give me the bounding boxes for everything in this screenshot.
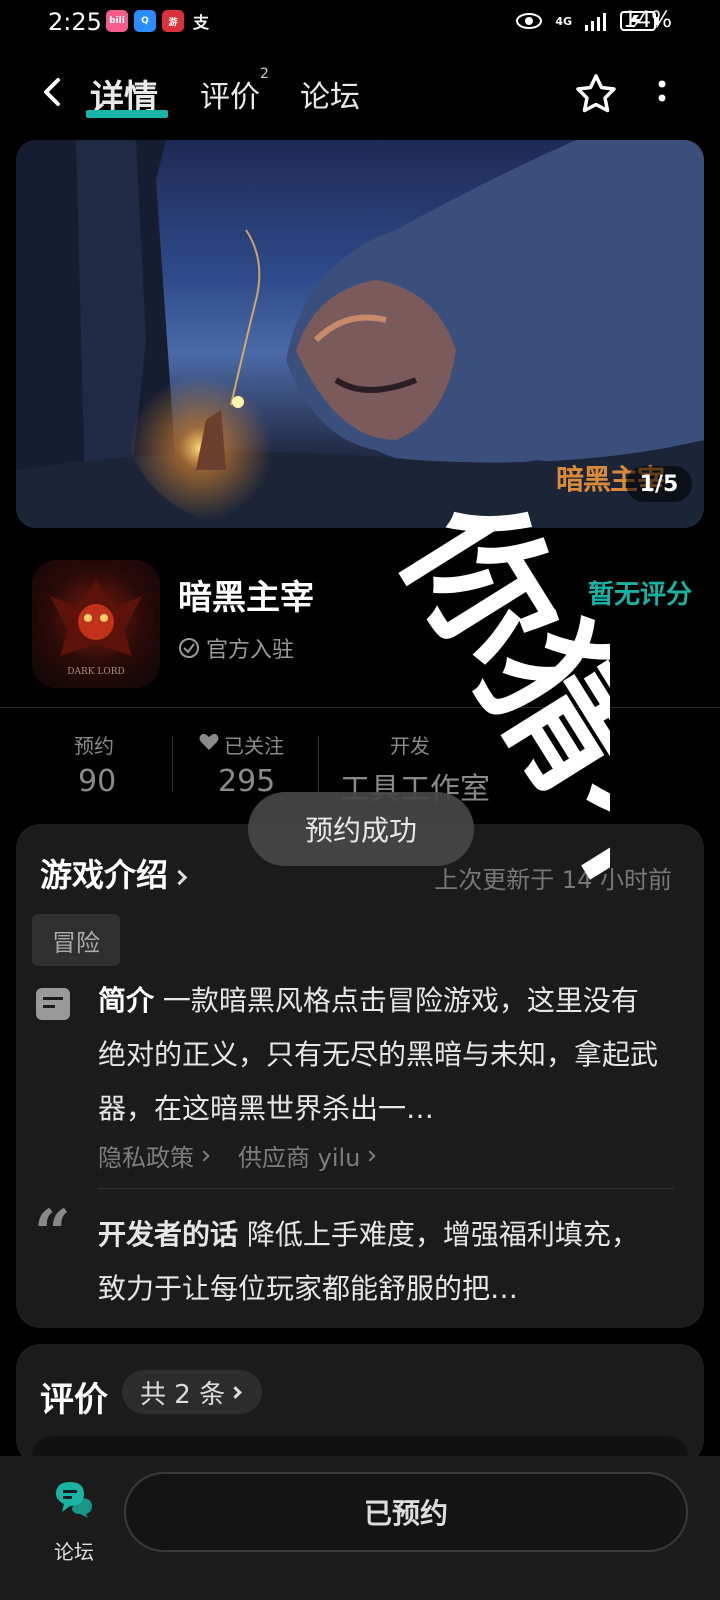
description-label: 简介	[98, 984, 155, 1017]
forum-label: 论坛	[54, 1540, 94, 1564]
reviews-card: 评价 共 2 条	[16, 1344, 704, 1476]
screenshot-carousel[interactable]: 暗黑主宰 1/5	[16, 140, 704, 528]
developer-label: 开发	[390, 734, 430, 758]
privacy-policy-label: 隐私政策	[98, 1144, 194, 1172]
reservations-value: 90	[78, 764, 117, 799]
reviews-count-button[interactable]: 共 2 条	[122, 1370, 263, 1414]
chevron-right-icon	[171, 869, 188, 885]
bilibili-app-icon: bili	[106, 10, 128, 32]
battery-percent: 14%	[623, 8, 672, 33]
forum-chat-icon	[56, 1482, 92, 1518]
divider	[98, 1188, 674, 1189]
game-intro-card: 游戏介绍 上次更新于 14 小时前 冒险 简介 一款暗黑风格点击冒险游戏，这里没…	[16, 824, 704, 1328]
quote-icon: “	[34, 1196, 71, 1271]
forum-nav-button[interactable]: 论坛	[44, 1478, 104, 1568]
chevron-right-icon	[198, 1149, 210, 1162]
followed-label: 已关注	[224, 734, 284, 758]
reserved-button[interactable]: 已预约	[124, 1472, 688, 1552]
chevron-right-icon	[364, 1149, 377, 1162]
game-title: 暗黑主宰	[178, 578, 314, 618]
bottom-action-bar: 论坛 已预约	[0, 1456, 720, 1600]
supplier-label: 供应商 yilu	[238, 1144, 361, 1172]
active-tab-indicator	[86, 110, 168, 118]
description-text: 一款暗黑风格点击冒险游戏，这里没有绝对的正义，只有无尽的黑暗与未知，拿起武器，在…	[98, 984, 659, 1125]
alipay-app-icon: 支	[190, 10, 212, 32]
divider	[0, 707, 720, 708]
description-icon	[36, 988, 70, 1020]
developer-message-label: 开发者的话	[98, 1218, 239, 1251]
status-time: 2:25	[48, 8, 102, 36]
followed-value: 295	[218, 764, 276, 799]
supplier-link[interactable]: 供应商 yilu	[238, 1138, 377, 1173]
back-arrow-icon[interactable]	[36, 74, 72, 110]
eye-icon	[516, 13, 543, 29]
game-app-icon: DARK LORD	[32, 560, 160, 688]
reviews-title: 评价	[40, 1380, 108, 1420]
status-app-icons: bili Q 游 支	[106, 10, 212, 32]
official-badge: 官方入驻	[178, 632, 294, 664]
stat-divider	[172, 736, 173, 792]
more-options-icon[interactable]	[654, 76, 670, 112]
stat-divider	[318, 736, 319, 792]
tab-forum[interactable]: 论坛	[300, 72, 360, 116]
privacy-policy-link[interactable]: 隐私政策	[98, 1138, 210, 1173]
header-nav: 详情 评价 2 论坛	[0, 60, 720, 124]
heart-icon	[199, 733, 219, 750]
status-bar: 2:25 bili Q 游 支 4G 14%	[0, 0, 720, 48]
chevron-right-icon	[229, 1385, 242, 1399]
game-icon-text: DARK LORD	[67, 667, 124, 677]
last-updated: 上次更新于 14 小时前	[434, 866, 672, 894]
intro-title: 游戏介绍	[40, 856, 169, 894]
game-app-icon: 游	[162, 10, 184, 32]
network-label: 4G	[555, 14, 572, 28]
official-label: 官方入驻	[206, 638, 295, 663]
toast-message: 预约成功	[248, 792, 474, 866]
favorite-star-icon[interactable]	[574, 72, 618, 116]
carousel-counter: 1/5	[626, 466, 692, 502]
tab-reviews-badge: 2	[260, 66, 269, 82]
reservations-label: 预约	[74, 734, 114, 758]
game-description[interactable]: 简介 一款暗黑风格点击冒险游戏，这里没有绝对的正义，只有无尽的黑暗与未知，拿起武…	[98, 974, 658, 1136]
reviews-count: 共 2 条	[140, 1379, 226, 1410]
genre-tag[interactable]: 冒险	[32, 914, 120, 966]
intro-title-link[interactable]: 游戏介绍	[40, 850, 188, 896]
rating-status: 暂无评分	[588, 580, 693, 610]
qq-app-icon: Q	[134, 10, 156, 32]
signal-icon	[585, 13, 606, 31]
tab-reviews[interactable]: 评价	[200, 72, 260, 116]
developer-message[interactable]: 开发者的话 降低上手难度，增强福利填充，致力于让每位玩家都能舒服的把…	[98, 1208, 658, 1316]
policy-links: 隐私政策 供应商 yilu	[98, 1138, 377, 1173]
verified-check-icon	[179, 638, 199, 658]
